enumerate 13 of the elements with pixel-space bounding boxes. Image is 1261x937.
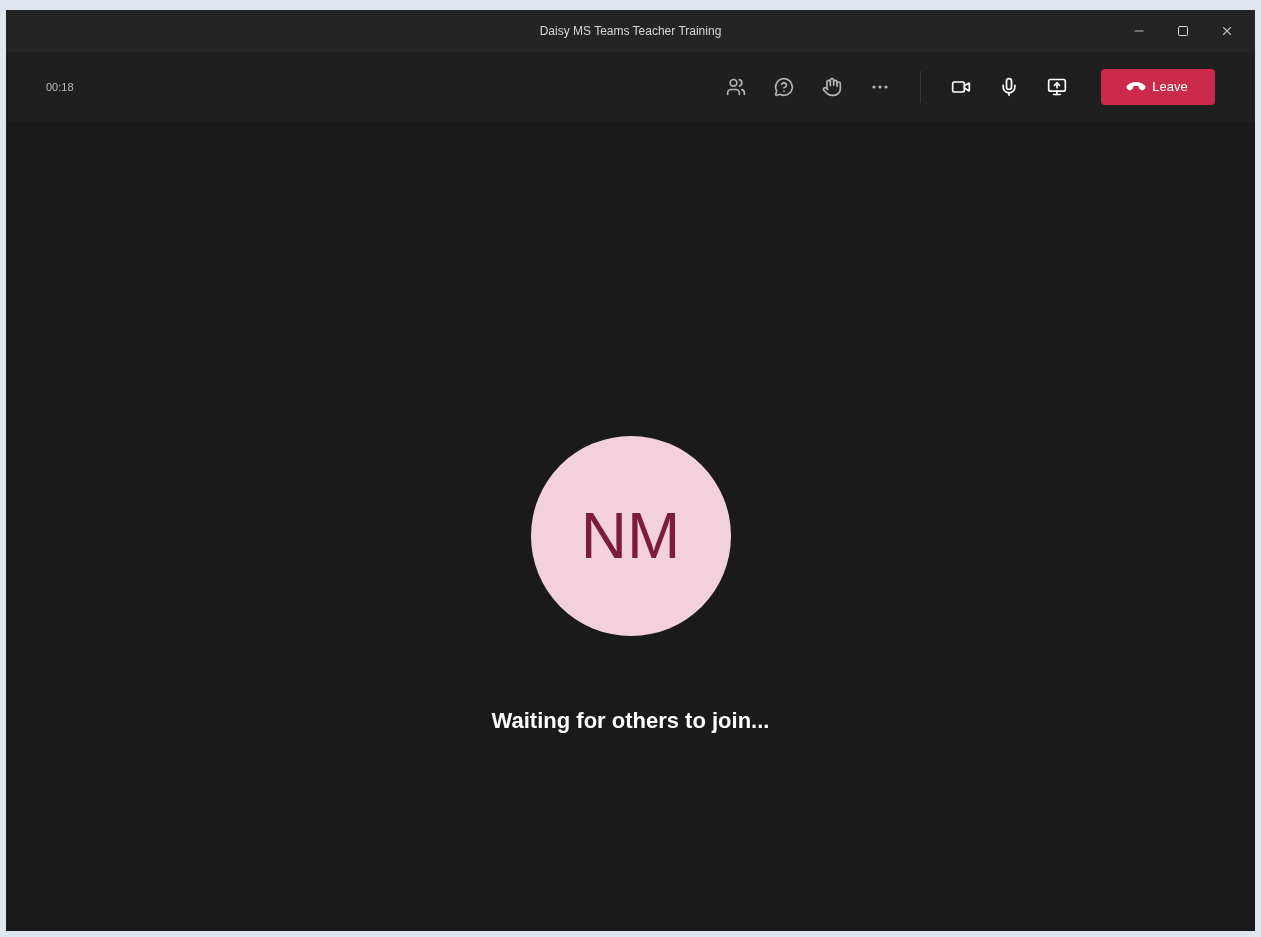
maximize-icon (1177, 25, 1189, 37)
more-icon (872, 85, 888, 89)
avatar: NM (530, 436, 731, 636)
microphone-icon (999, 77, 1019, 97)
participants-icon (726, 77, 746, 97)
share-icon (1047, 77, 1067, 97)
leave-button[interactable]: Leave (1101, 69, 1215, 105)
window-title: Daisy MS Teams Teacher Training (539, 23, 722, 40)
raise-hand-icon (822, 77, 842, 97)
close-icon (1220, 24, 1234, 38)
meeting-timer: 00:18 (46, 79, 74, 95)
status-message: Waiting for others to join... (491, 707, 770, 735)
chat-icon (774, 77, 794, 97)
